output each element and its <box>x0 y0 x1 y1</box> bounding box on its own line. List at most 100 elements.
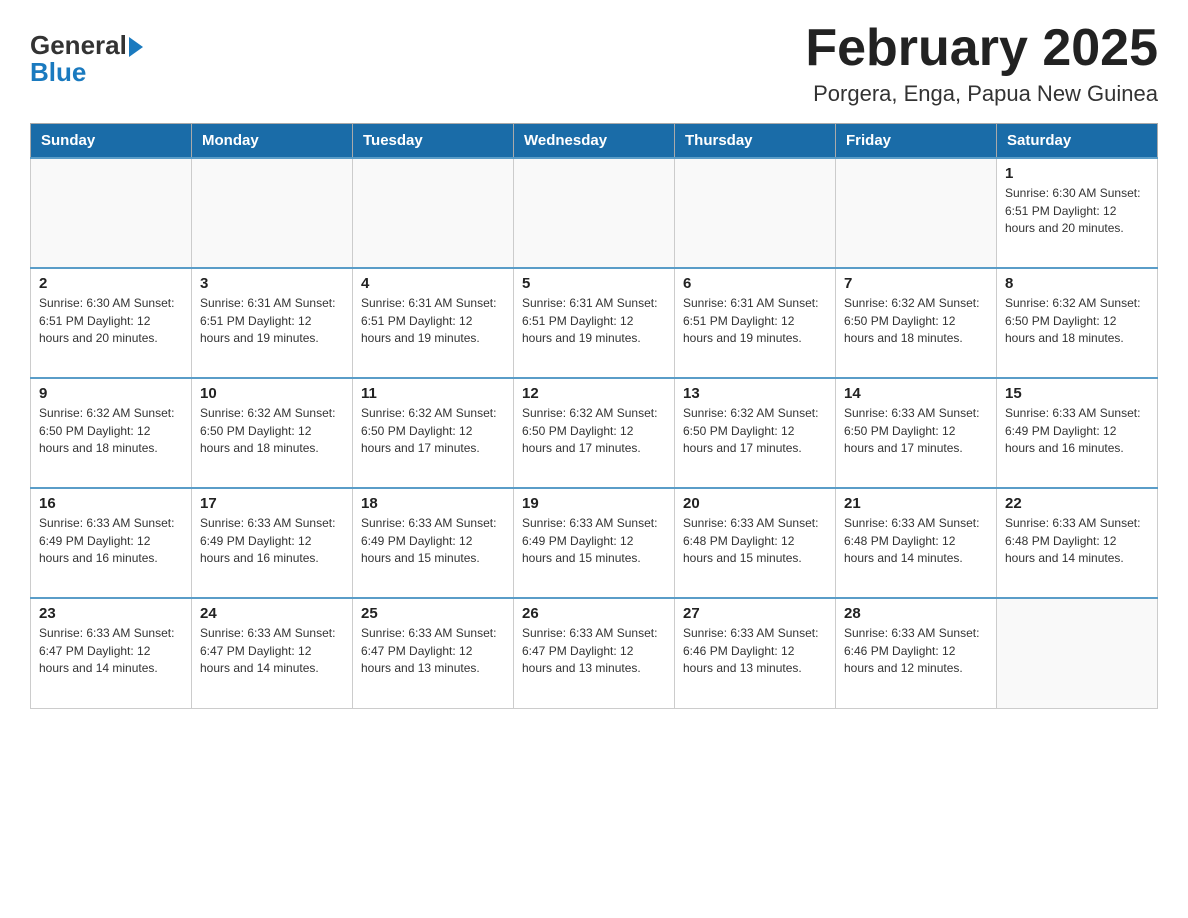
day-info: Sunrise: 6:33 AM Sunset: 6:48 PM Dayligh… <box>1005 515 1149 567</box>
page-header: General Blue February 2025 Porgera, Enga… <box>30 20 1158 107</box>
day-number: 5 <box>522 275 666 292</box>
calendar-cell: 11 Sunrise: 6:32 AM Sunset: 6:50 PM Dayli… <box>353 378 514 488</box>
day-number: 2 <box>39 275 183 292</box>
day-info: Sunrise: 6:33 AM Sunset: 6:49 PM Dayligh… <box>522 515 666 567</box>
day-number: 11 <box>361 385 505 402</box>
calendar-cell <box>31 158 192 268</box>
calendar-cell: 19 Sunrise: 6:33 AM Sunset: 6:49 PM Dayli… <box>514 488 675 598</box>
calendar-cell <box>514 158 675 268</box>
day-info: Sunrise: 6:33 AM Sunset: 6:49 PM Dayligh… <box>39 515 183 567</box>
calendar-header-monday: Monday <box>192 124 353 159</box>
calendar-cell: 6Sunrise: 6:31 AM Sunset: 6:51 PM Daylig… <box>675 268 836 378</box>
day-info: Sunrise: 6:32 AM Sunset: 6:50 PM Dayligh… <box>683 405 827 457</box>
day-number: 19 <box>522 495 666 512</box>
logo-arrow-icon <box>129 37 143 57</box>
day-info: Sunrise: 6:33 AM Sunset: 6:49 PM Dayligh… <box>361 515 505 567</box>
day-info: Sunrise: 6:33 AM Sunset: 6:47 PM Dayligh… <box>200 625 344 677</box>
calendar-cell <box>353 158 514 268</box>
day-number: 25 <box>361 605 505 622</box>
day-info: Sunrise: 6:33 AM Sunset: 6:49 PM Dayligh… <box>1005 405 1149 457</box>
calendar-cell: 18 Sunrise: 6:33 AM Sunset: 6:49 PM Dayli… <box>353 488 514 598</box>
calendar-week-row-5: 23 Sunrise: 6:33 AM Sunset: 6:47 PM Dayli… <box>31 598 1158 708</box>
day-info: Sunrise: 6:33 AM Sunset: 6:50 PM Dayligh… <box>844 405 988 457</box>
day-number: 1 <box>1005 165 1149 182</box>
day-number: 23 <box>39 605 183 622</box>
day-info: Sunrise: 6:30 AM Sunset: 6:51 PM Dayligh… <box>1005 185 1149 237</box>
calendar-header-tuesday: Tuesday <box>353 124 514 159</box>
day-info: Sunrise: 6:31 AM Sunset: 6:51 PM Dayligh… <box>200 295 344 347</box>
calendar-cell: 16 Sunrise: 6:33 AM Sunset: 6:49 PM Dayli… <box>31 488 192 598</box>
day-info: Sunrise: 6:32 AM Sunset: 6:50 PM Dayligh… <box>1005 295 1149 347</box>
day-number: 26 <box>522 605 666 622</box>
calendar-cell: 25 Sunrise: 6:33 AM Sunset: 6:47 PM Dayli… <box>353 598 514 708</box>
calendar-cell: 13 Sunrise: 6:32 AM Sunset: 6:50 PM Dayli… <box>675 378 836 488</box>
day-number: 14 <box>844 385 988 402</box>
day-info: Sunrise: 6:31 AM Sunset: 6:51 PM Dayligh… <box>522 295 666 347</box>
day-info: Sunrise: 6:33 AM Sunset: 6:47 PM Dayligh… <box>39 625 183 677</box>
calendar-cell: 17 Sunrise: 6:33 AM Sunset: 6:49 PM Dayli… <box>192 488 353 598</box>
day-info: Sunrise: 6:32 AM Sunset: 6:50 PM Dayligh… <box>844 295 988 347</box>
calendar-header-row: SundayMondayTuesdayWednesdayThursdayFrid… <box>31 124 1158 159</box>
calendar-week-row-2: 2 Sunrise: 6:30 AM Sunset: 6:51 PM Daylig… <box>31 268 1158 378</box>
day-number: 7 <box>844 275 988 292</box>
calendar-cell: 22 Sunrise: 6:33 AM Sunset: 6:48 PM Dayli… <box>997 488 1158 598</box>
calendar-cell: 21 Sunrise: 6:33 AM Sunset: 6:48 PM Dayli… <box>836 488 997 598</box>
calendar-week-row-3: 9 Sunrise: 6:32 AM Sunset: 6:50 PM Daylig… <box>31 378 1158 488</box>
calendar-cell: 28 Sunrise: 6:33 AM Sunset: 6:46 PM Dayli… <box>836 598 997 708</box>
calendar-cell: 7 Sunrise: 6:32 AM Sunset: 6:50 PM Daylig… <box>836 268 997 378</box>
calendar-cell <box>997 598 1158 708</box>
calendar-cell: 14 Sunrise: 6:33 AM Sunset: 6:50 PM Dayli… <box>836 378 997 488</box>
day-info: Sunrise: 6:31 AM Sunset: 6:51 PM Dayligh… <box>361 295 505 347</box>
day-number: 22 <box>1005 495 1149 512</box>
day-number: 4 <box>361 275 505 292</box>
calendar-cell <box>836 158 997 268</box>
calendar-cell: 15 Sunrise: 6:33 AM Sunset: 6:49 PM Dayli… <box>997 378 1158 488</box>
day-number: 3 <box>200 275 344 292</box>
calendar-cell: 4 Sunrise: 6:31 AM Sunset: 6:51 PM Daylig… <box>353 268 514 378</box>
day-info: Sunrise: 6:33 AM Sunset: 6:47 PM Dayligh… <box>361 625 505 677</box>
day-number: 15 <box>1005 385 1149 402</box>
day-info: Sunrise: 6:32 AM Sunset: 6:50 PM Dayligh… <box>200 405 344 457</box>
day-number: 18 <box>361 495 505 512</box>
location-title: Porgera, Enga, Papua New Guinea <box>805 81 1158 107</box>
calendar-header-saturday: Saturday <box>997 124 1158 159</box>
day-info: Sunrise: 6:33 AM Sunset: 6:48 PM Dayligh… <box>683 515 827 567</box>
title-block: February 2025 Porgera, Enga, Papua New G… <box>805 20 1158 107</box>
day-info: Sunrise: 6:33 AM Sunset: 6:48 PM Dayligh… <box>844 515 988 567</box>
day-number: 27 <box>683 605 827 622</box>
calendar-cell <box>675 158 836 268</box>
day-number: 24 <box>200 605 344 622</box>
day-info: Sunrise: 6:33 AM Sunset: 6:46 PM Dayligh… <box>844 625 988 677</box>
calendar-cell: 2 Sunrise: 6:30 AM Sunset: 6:51 PM Daylig… <box>31 268 192 378</box>
calendar-cell: 20 Sunrise: 6:33 AM Sunset: 6:48 PM Dayli… <box>675 488 836 598</box>
logo-blue-text: Blue <box>30 57 86 88</box>
calendar-header-friday: Friday <box>836 124 997 159</box>
calendar-week-row-1: 1 Sunrise: 6:30 AM Sunset: 6:51 PM Daylig… <box>31 158 1158 268</box>
day-info: Sunrise: 6:30 AM Sunset: 6:51 PM Dayligh… <box>39 295 183 347</box>
day-number: 6 <box>683 275 827 292</box>
calendar-week-row-4: 16 Sunrise: 6:33 AM Sunset: 6:49 PM Dayli… <box>31 488 1158 598</box>
calendar-cell: 9 Sunrise: 6:32 AM Sunset: 6:50 PM Daylig… <box>31 378 192 488</box>
calendar-cell: 5 Sunrise: 6:31 AM Sunset: 6:51 PM Daylig… <box>514 268 675 378</box>
day-number: 20 <box>683 495 827 512</box>
day-number: 8 <box>1005 275 1149 292</box>
calendar-header-wednesday: Wednesday <box>514 124 675 159</box>
calendar-header-thursday: Thursday <box>675 124 836 159</box>
day-info: Sunrise: 6:32 AM Sunset: 6:50 PM Dayligh… <box>361 405 505 457</box>
day-number: 21 <box>844 495 988 512</box>
calendar-cell: 8 Sunrise: 6:32 AM Sunset: 6:50 PM Daylig… <box>997 268 1158 378</box>
calendar-cell: 3 Sunrise: 6:31 AM Sunset: 6:51 PM Daylig… <box>192 268 353 378</box>
calendar-cell: 27Sunrise: 6:33 AM Sunset: 6:46 PM Dayli… <box>675 598 836 708</box>
day-info: Sunrise: 6:33 AM Sunset: 6:49 PM Dayligh… <box>200 515 344 567</box>
calendar-cell: 12Sunrise: 6:32 AM Sunset: 6:50 PM Dayli… <box>514 378 675 488</box>
calendar-cell: 23 Sunrise: 6:33 AM Sunset: 6:47 PM Dayli… <box>31 598 192 708</box>
day-number: 17 <box>200 495 344 512</box>
day-info: Sunrise: 6:32 AM Sunset: 6:50 PM Dayligh… <box>39 405 183 457</box>
day-number: 9 <box>39 385 183 402</box>
day-number: 28 <box>844 605 988 622</box>
calendar-cell: 10Sunrise: 6:32 AM Sunset: 6:50 PM Dayli… <box>192 378 353 488</box>
day-number: 13 <box>683 385 827 402</box>
logo: General Blue <box>30 30 143 88</box>
day-info: Sunrise: 6:33 AM Sunset: 6:47 PM Dayligh… <box>522 625 666 677</box>
day-number: 16 <box>39 495 183 512</box>
